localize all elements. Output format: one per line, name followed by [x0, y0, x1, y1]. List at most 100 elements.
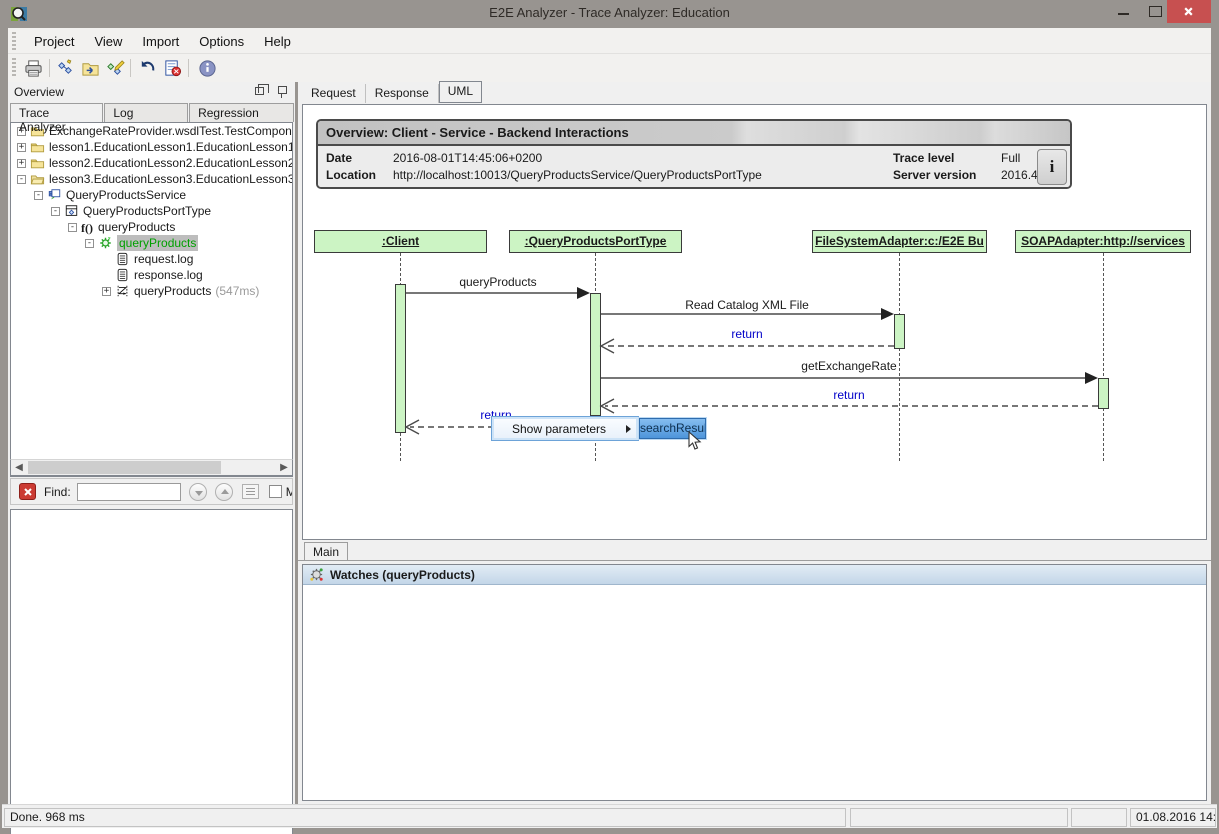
- tree-item[interactable]: - lesson3.EducationLesson3.EducationLess…: [11, 171, 292, 187]
- folder-open-icon: [30, 172, 45, 186]
- tab-log-analyzer[interactable]: Log Analyzer: [104, 103, 188, 122]
- find-previous-icon[interactable]: [215, 483, 233, 501]
- find-next-icon[interactable]: [189, 483, 207, 501]
- menubar-grip[interactable]: [12, 32, 16, 50]
- expander-icon[interactable]: +: [17, 143, 26, 152]
- expander-icon[interactable]: -: [51, 207, 60, 216]
- trace-level-value: Full: [1001, 150, 1038, 167]
- match-case-checkbox[interactable]: [269, 485, 282, 498]
- tree-item[interactable]: response.log: [11, 267, 292, 283]
- maximize-button[interactable]: [1140, 0, 1170, 23]
- expander-icon[interactable]: -: [85, 239, 94, 248]
- close-button[interactable]: [1167, 0, 1211, 23]
- expander-icon[interactable]: -: [17, 175, 26, 184]
- tree-item[interactable]: + lesson2.EducationLesson2.EducationLess…: [11, 155, 292, 171]
- menu-project[interactable]: Project: [24, 30, 84, 53]
- message-label[interactable]: getExchangeRate: [801, 359, 896, 373]
- tab-regression-tests[interactable]: Regression Tests: [189, 103, 294, 122]
- info-button[interactable]: i: [1037, 149, 1067, 185]
- location-label: Location: [326, 167, 376, 184]
- info-icon[interactable]: [196, 57, 218, 79]
- duration-badge: (547ms): [215, 283, 259, 299]
- scrollbar-thumb[interactable]: [28, 461, 221, 474]
- report-icon[interactable]: [161, 57, 183, 79]
- secondary-panel: Find: Ma: [10, 509, 293, 834]
- function-icon: f(): [81, 220, 93, 234]
- tab-response[interactable]: Response: [366, 84, 439, 103]
- float-panel-icon[interactable]: [255, 87, 264, 95]
- scroll-left-icon[interactable]: ◀: [13, 462, 25, 474]
- titlebar: E2E Analyzer - Trace Analyzer: Education: [0, 0, 1219, 28]
- overview-panel-title: Overview: [14, 85, 64, 99]
- message-label[interactable]: queryProducts: [459, 275, 536, 289]
- menu-options[interactable]: Options: [189, 30, 254, 53]
- tab-trace-analyzer[interactable]: Trace Analyzer: [10, 103, 103, 122]
- tree-item[interactable]: - QueryProductsPortType: [11, 203, 292, 219]
- edit-model-icon[interactable]: [104, 57, 126, 79]
- tree-item[interactable]: + queryProducts (547ms): [11, 283, 292, 299]
- tree-item[interactable]: + lesson1.EducationLesson1.EducationLess…: [11, 139, 292, 155]
- operation-icon: [98, 236, 113, 250]
- new-model-icon[interactable]: [54, 57, 76, 79]
- date-value: 2016-08-01T14:45:06+0200: [393, 150, 762, 167]
- porttype-icon: [64, 204, 79, 218]
- import-model-icon[interactable]: [79, 57, 101, 79]
- server-version-label: Server version: [893, 167, 976, 184]
- return-label[interactable]: return: [731, 327, 762, 341]
- application-window: E2E Analyzer - Trace Analyzer: Education…: [0, 0, 1219, 834]
- expander-icon[interactable]: -: [68, 223, 77, 232]
- menu-view[interactable]: View: [84, 30, 132, 53]
- lifeline-line: [1103, 253, 1104, 461]
- tree-item[interactable]: request.log: [11, 251, 292, 267]
- context-menu-item-show-parameters[interactable]: Show parameters: [492, 422, 626, 436]
- find-options-icon[interactable]: [242, 484, 259, 499]
- toolbar: [8, 54, 1211, 82]
- tab-request[interactable]: Request: [302, 84, 366, 103]
- message-label[interactable]: Read Catalog XML File: [685, 298, 809, 312]
- tab-main[interactable]: Main: [304, 542, 348, 561]
- tab-uml[interactable]: UML: [439, 81, 482, 103]
- analyzer-tabs: Trace Analyzer Log Analyzer Regression T…: [10, 103, 295, 122]
- tree-horizontal-scrollbar[interactable]: ◀ ▶: [10, 459, 293, 476]
- lifeline-soapadapter[interactable]: SOAPAdapter:http://services: [1015, 230, 1191, 253]
- activation-bar: [894, 314, 905, 349]
- lifeline-filesystemadapter[interactable]: FileSystemAdapter:c:/E2E Bu: [812, 230, 987, 253]
- tree-item[interactable]: - f() queryProducts: [11, 219, 292, 235]
- find-close-button[interactable]: [19, 483, 36, 500]
- minimize-button[interactable]: [1108, 0, 1140, 23]
- menu-help[interactable]: Help: [254, 30, 301, 53]
- tree-item[interactable]: - QueryProductsService: [11, 187, 292, 203]
- statusbar: Done. 968 ms 01.08.2016 14:47: [2, 804, 1217, 828]
- toolbar-grip[interactable]: [12, 58, 16, 76]
- lifeline-client[interactable]: :Client: [314, 230, 487, 253]
- undo-icon[interactable]: [136, 57, 158, 79]
- status-message: Done. 968 ms: [4, 808, 846, 827]
- watches-icon: [309, 567, 324, 582]
- detail-panel: Request Response UML Overview: Client - …: [298, 82, 1211, 804]
- print-icon[interactable]: [22, 57, 44, 79]
- date-label: Date: [326, 150, 376, 167]
- find-input[interactable]: [77, 483, 181, 501]
- overview-panel: Overview Trace Analyzer Log Analyzer Reg…: [8, 82, 295, 804]
- tree-item-selected[interactable]: - queryProducts: [11, 235, 292, 251]
- menu-import[interactable]: Import: [132, 30, 189, 53]
- status-cell: [1071, 808, 1127, 827]
- trace-tree: + ExchangeRateProvider.wsdlTest.TestComp…: [10, 122, 293, 477]
- scroll-right-icon[interactable]: ▶: [278, 462, 290, 474]
- context-menu: Show parameters: [491, 416, 639, 441]
- return-label[interactable]: return: [833, 388, 864, 402]
- find-bar: Find: Ma: [10, 478, 293, 505]
- lifeline-queryproductsporttype[interactable]: :QueryProductsPortType: [509, 230, 682, 253]
- expander-icon[interactable]: -: [34, 191, 43, 200]
- watches-panel: Watches (queryProducts): [302, 564, 1207, 801]
- expander-icon[interactable]: +: [102, 287, 111, 296]
- activation-bar: [590, 293, 601, 416]
- uml-diagram-canvas: Overview: Client - Service - Backend Int…: [302, 104, 1207, 540]
- detail-tabs: Request Response UML: [302, 83, 482, 103]
- find-label: Find:: [44, 485, 71, 499]
- watches-header: Watches (queryProducts): [303, 565, 1206, 585]
- expander-icon[interactable]: +: [17, 159, 26, 168]
- pin-panel-icon[interactable]: [277, 85, 287, 98]
- status-cell: [850, 808, 1068, 827]
- watches-title: Watches (queryProducts): [330, 568, 475, 582]
